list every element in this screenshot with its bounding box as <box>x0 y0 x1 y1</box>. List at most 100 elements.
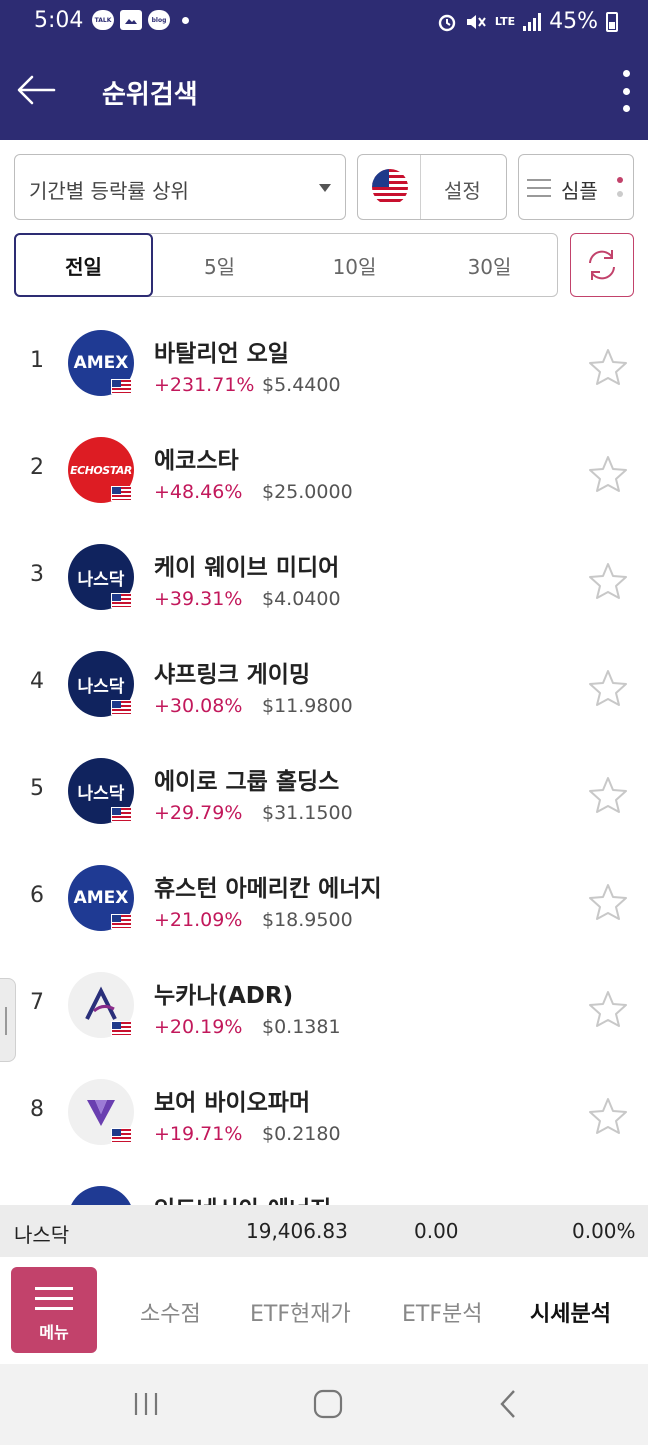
favorite-star-icon[interactable] <box>588 455 628 493</box>
stock-name: 케이 웨이브 미디어 <box>154 555 340 581</box>
rank-number: 7 <box>30 990 44 1015</box>
signal-icon <box>523 12 542 31</box>
stock-name: 누카나(ADR) <box>154 983 294 1009</box>
side-drawer-handle[interactable] <box>0 978 16 1062</box>
stock-name: 보어 바이오파머 <box>154 1090 311 1116</box>
favorite-star-icon[interactable] <box>588 562 628 600</box>
stock-price: $0.1381 <box>262 1016 341 1038</box>
list-item[interactable]: 9 인도네시아 에너지 <box>0 1166 648 1205</box>
list-item[interactable]: 3 나스닥 케이 웨이브 미디어 +39.31% $4.0400 <box>0 524 648 631</box>
change-rate: +39.31% <box>154 588 243 610</box>
battery-icon <box>606 11 618 32</box>
stock-name: 바탈리언 오일 <box>154 341 289 367</box>
blog-notification-icon: blog <box>148 10 170 30</box>
rank-number: 6 <box>30 883 44 908</box>
change-rate: +29.79% <box>154 802 243 824</box>
stock-list: 1 AMEX 바탈리언 오일 +231.71% $5.4400 2 ECHOST… <box>0 310 648 1205</box>
stock-name: 인도네시아 에너지 <box>154 1190 331 1205</box>
index-ticker[interactable]: 나스닥 19,406.83 0.00 0.00% <box>0 1205 648 1257</box>
tab-1day[interactable]: 전일 <box>14 233 153 297</box>
rank-number: 8 <box>30 1097 44 1122</box>
change-rate: +30.08% <box>154 695 243 717</box>
tab-5day[interactable]: 5일 <box>152 234 287 296</box>
list-item[interactable]: 6 AMEX 휴스턴 아메리칸 에너지 +21.09% $18.9500 <box>0 845 648 952</box>
list-item[interactable]: 2 ECHOSTAR 에코스타 +48.46% $25.0000 <box>0 417 648 524</box>
talk-notification-icon: TALK <box>92 10 114 30</box>
change-rate: +21.09% <box>154 909 243 931</box>
index-value: 19,406.83 <box>246 1219 348 1243</box>
stock-price: $4.0400 <box>262 588 341 610</box>
settings-label: 설정 <box>444 179 481 203</box>
stock-price: $18.9500 <box>262 909 353 931</box>
dropdown-caret-icon <box>319 184 331 192</box>
favorite-star-icon[interactable] <box>588 348 628 386</box>
us-flag-icon <box>111 593 132 608</box>
tab-10day[interactable]: 10일 <box>287 234 422 296</box>
top-bar: 5:04 TALK blog LTE 45% 순위검색 <box>0 0 648 140</box>
rank-number: 2 <box>30 455 44 480</box>
page-indicator-inactive <box>617 191 623 197</box>
us-flag-icon <box>111 807 132 822</box>
list-view-icon <box>527 177 551 199</box>
list-item[interactable]: 1 AMEX 바탈리언 오일 +231.71% $5.4400 <box>0 310 648 417</box>
back-arrow-icon[interactable] <box>14 68 58 112</box>
list-item[interactable]: 5 나스닥 에이로 그룹 홀딩스 +29.79% $31.1500 <box>0 738 648 845</box>
rank-number: 1 <box>30 348 44 373</box>
change-rate: +20.19% <box>154 1016 243 1038</box>
menu-label: 메뉴 <box>39 1323 69 1342</box>
list-item[interactable]: 8 보어 바이오파머 +19.71% $0.2180 <box>0 1059 648 1166</box>
stock-name: 에이로 그룹 홀딩스 <box>154 769 340 795</box>
tab-etf-analysis[interactable]: ETF분석 <box>402 1296 482 1328</box>
bottom-menu: 메뉴 소수점 ETF현재가 ETF분석 시세분석 <box>0 1257 648 1364</box>
divider <box>420 155 421 219</box>
page-indicator-active <box>617 177 623 183</box>
rank-number: 3 <box>30 562 44 587</box>
mute-icon <box>466 14 486 29</box>
index-change: 0.00 <box>414 1219 459 1243</box>
country-settings-button[interactable]: 설정 <box>357 154 507 220</box>
change-rate: +231.71% <box>154 374 255 396</box>
refresh-icon <box>589 250 615 280</box>
system-back-icon[interactable] <box>496 1388 520 1420</box>
us-flag-icon <box>111 700 132 715</box>
rank-number: 5 <box>30 776 44 801</box>
us-flag-icon <box>111 379 132 394</box>
page-title: 순위검색 <box>102 80 198 110</box>
favorite-star-icon[interactable] <box>588 990 628 1028</box>
ranking-type-select[interactable]: 기간별 등락률 상위 <box>14 154 346 220</box>
list-item[interactable]: 4 나스닥 샤프링크 게이밍 +30.08% $11.9800 <box>0 631 648 738</box>
status-time: 5:04 <box>34 8 84 33</box>
favorite-star-icon[interactable] <box>588 776 628 814</box>
stock-name: 휴스턴 아메리칸 에너지 <box>154 876 382 902</box>
us-flag-icon <box>372 169 408 205</box>
favorite-star-icon[interactable] <box>588 883 628 921</box>
favorite-star-icon[interactable] <box>588 1097 628 1135</box>
notification-icons: TALK blog <box>92 10 189 30</box>
app-bar: 순위검색 <box>0 56 648 126</box>
change-rate: +19.71% <box>154 1123 243 1145</box>
tab-fractional[interactable]: 소수점 <box>140 1296 201 1328</box>
tab-30day[interactable]: 30일 <box>422 234 557 296</box>
menu-button[interactable]: 메뉴 <box>11 1267 97 1353</box>
index-name: 나스닥 <box>14 1223 70 1247</box>
gallery-notification-icon <box>120 10 142 30</box>
ranking-type-label: 기간별 등락률 상위 <box>29 179 189 203</box>
change-rate: +48.46% <box>154 481 243 503</box>
status-bar: 5:04 TALK blog LTE 45% <box>0 0 648 46</box>
view-mode-button[interactable]: 심플 <box>518 154 634 220</box>
recent-apps-icon[interactable] <box>132 1390 160 1418</box>
view-mode-label: 심플 <box>561 179 598 203</box>
stock-price: $25.0000 <box>262 481 353 503</box>
favorite-star-icon[interactable] <box>588 669 628 707</box>
tab-market-analysis[interactable]: 시세분석 <box>530 1296 611 1328</box>
more-options-icon[interactable] <box>620 70 632 112</box>
home-icon[interactable] <box>312 1388 344 1420</box>
list-item[interactable]: 7 누카나(ADR) +20.19% $0.1381 <box>0 952 648 1059</box>
stock-name: 샤프링크 게이밍 <box>154 662 311 688</box>
period-tabs: 전일 5일 10일 30일 <box>14 233 558 297</box>
more-notifications-dot <box>182 16 189 24</box>
tab-etf-price[interactable]: ETF현재가 <box>250 1296 351 1328</box>
refresh-button[interactable] <box>570 233 634 297</box>
status-right: LTE 45% <box>437 9 618 34</box>
system-nav-bar <box>0 1364 648 1445</box>
